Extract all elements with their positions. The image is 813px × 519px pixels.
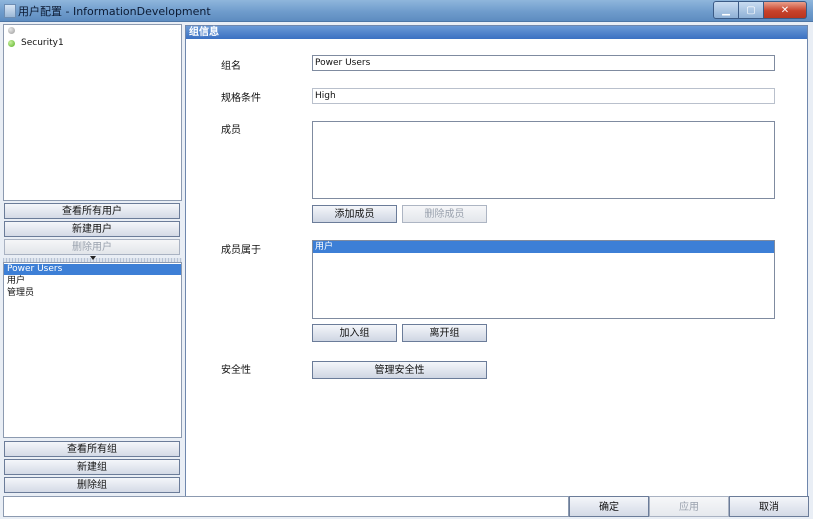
minimize-icon: ▁ bbox=[722, 4, 730, 16]
members-label: 成员 bbox=[221, 125, 241, 136]
security-tree[interactable]: Security1 bbox=[3, 24, 182, 201]
manage-security-button[interactable]: 管理安全性 bbox=[312, 361, 487, 379]
bottom-bar: 确定 应用 取消 bbox=[0, 496, 813, 519]
splitter-arrow-icon bbox=[90, 256, 96, 260]
group-list[interactable]: Power Users 用户 管理员 bbox=[3, 262, 182, 438]
members-list[interactable] bbox=[312, 121, 775, 199]
apply-button[interactable]: 应用 bbox=[649, 496, 729, 517]
group-name-label: 组名 bbox=[221, 61, 241, 72]
leave-group-button[interactable]: 离开组 bbox=[402, 324, 487, 342]
maximize-icon: ▢ bbox=[746, 4, 756, 16]
tree-item-label: Security1 bbox=[21, 38, 64, 48]
join-group-button[interactable]: 加入组 bbox=[312, 324, 397, 342]
member-of-list[interactable]: 用户 bbox=[312, 240, 775, 319]
app-icon bbox=[4, 4, 16, 18]
delete-user-button[interactable]: 删除用户 bbox=[4, 239, 180, 255]
security-label: 安全性 bbox=[221, 365, 251, 376]
spec-condition-field[interactable]: High bbox=[312, 88, 775, 104]
member-of-label: 成员属于 bbox=[221, 245, 261, 256]
new-group-button[interactable]: 新建组 bbox=[4, 459, 180, 475]
new-user-button[interactable]: 新建用户 bbox=[4, 221, 180, 237]
status-dot-icon bbox=[8, 39, 15, 47]
view-all-users-button[interactable]: 查看所有用户 bbox=[4, 203, 180, 219]
group-info-panel: 组信息 组名 Power Users 规格条件 High 成员 添加成员 删除成… bbox=[185, 25, 808, 497]
view-all-groups-button[interactable]: 查看所有组 bbox=[4, 441, 180, 457]
tree-item[interactable] bbox=[8, 27, 21, 34]
window-title: 用户配置 - InformationDevelopment bbox=[18, 5, 211, 18]
delete-group-button[interactable]: 删除组 bbox=[4, 477, 180, 493]
window-controls: ▁ ▢ ✕ bbox=[713, 1, 807, 19]
add-member-button[interactable]: 添加成员 bbox=[312, 205, 397, 223]
close-button[interactable]: ✕ bbox=[764, 1, 807, 19]
minimize-button[interactable]: ▁ bbox=[713, 1, 739, 19]
tree-item-security1[interactable]: Security1 bbox=[8, 38, 64, 48]
title-bar: 用户配置 - InformationDevelopment ▁ ▢ ✕ bbox=[0, 0, 813, 22]
list-item[interactable]: 管理员 bbox=[4, 288, 181, 299]
status-strip bbox=[3, 496, 569, 517]
cancel-button[interactable]: 取消 bbox=[729, 496, 809, 517]
status-dot-icon bbox=[8, 27, 15, 34]
spec-condition-label: 规格条件 bbox=[221, 93, 261, 104]
panel-header: 组信息 bbox=[186, 26, 807, 39]
list-item[interactable]: Power Users bbox=[4, 264, 181, 275]
group-name-input[interactable]: Power Users bbox=[312, 55, 775, 71]
remove-member-button[interactable]: 删除成员 bbox=[402, 205, 487, 223]
ok-button[interactable]: 确定 bbox=[569, 496, 649, 517]
list-item[interactable]: 用户 bbox=[313, 241, 774, 253]
maximize-button[interactable]: ▢ bbox=[739, 1, 764, 19]
list-item[interactable]: 用户 bbox=[4, 276, 181, 287]
close-icon: ✕ bbox=[780, 4, 790, 16]
